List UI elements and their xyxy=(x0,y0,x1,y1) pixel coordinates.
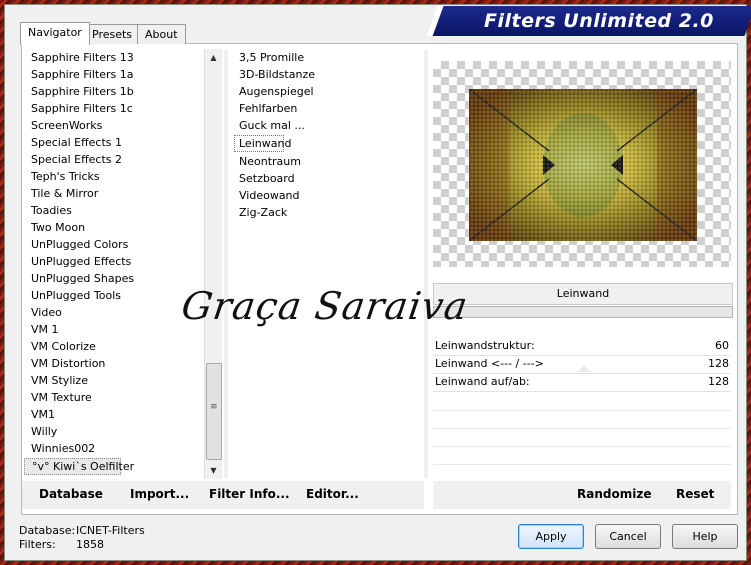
filter-item[interactable]: Leinwand xyxy=(234,135,291,152)
category-item[interactable]: Willy xyxy=(24,423,204,440)
slider-marker xyxy=(577,366,591,372)
category-item[interactable]: Sapphire Filters 1b xyxy=(24,83,204,100)
category-item[interactable]: Sapphire Filters 1c xyxy=(24,100,204,117)
param-value: 60 xyxy=(715,339,729,352)
import-button[interactable]: Import... xyxy=(130,487,189,501)
help-button[interactable]: Help xyxy=(672,524,738,549)
category-item[interactable]: Special Effects 2 xyxy=(24,151,204,168)
cancel-button[interactable]: Cancel xyxy=(595,524,661,549)
category-item[interactable]: VM 1 xyxy=(24,321,204,338)
status-filters-value: 1858 xyxy=(76,538,104,551)
category-item[interactable]: Sapphire Filters 13 xyxy=(24,49,204,66)
category-item[interactable]: VM1 xyxy=(24,406,204,423)
banner-title: Filters Unlimited 2.0 xyxy=(484,10,714,32)
filter-item[interactable]: Zig-Zack xyxy=(232,204,422,221)
apply-button[interactable]: Apply xyxy=(518,524,584,549)
list-button-bar: Database Import... Filter Info... Editor… xyxy=(22,481,424,509)
category-item[interactable]: Two Moon xyxy=(24,219,204,236)
category-item[interactable]: VM Distortion xyxy=(24,355,204,372)
param-row-empty xyxy=(433,429,731,447)
preview-image xyxy=(469,89,697,241)
param-value: 128 xyxy=(708,357,729,370)
category-item[interactable]: Toadies xyxy=(24,202,204,219)
filter-item[interactable]: Neontraum xyxy=(232,153,422,170)
filter-list[interactable]: 3,5 Promille 3D-Bildstanze Augenspiegel Feh… xyxy=(232,49,422,249)
scroll-thumb[interactable]: ≡ xyxy=(206,363,222,460)
filter-info-button[interactable]: Filter Info... xyxy=(209,487,290,501)
filter-item[interactable]: Fehlfarben xyxy=(232,100,422,117)
status-filters-label: Filters: xyxy=(19,538,56,551)
editor-button[interactable]: Editor... xyxy=(306,487,359,501)
param-row[interactable]: Leinwand auf/ab: 128 xyxy=(433,373,731,392)
param-row-empty xyxy=(433,393,731,411)
category-item[interactable]: Tile & Mirror xyxy=(24,185,204,202)
status-database-value: ICNET-Filters xyxy=(76,524,145,537)
category-list[interactable]: Sapphire Filters 13 Sapphire Filters 1a Sa… xyxy=(24,49,204,479)
category-item[interactable]: UnPlugged Tools xyxy=(24,287,204,304)
category-item[interactable]: Teph's Tricks xyxy=(24,168,204,185)
filter-item[interactable]: Guck mal ... xyxy=(232,117,422,134)
param-label: Leinwand <--- / ---> xyxy=(435,357,544,370)
filter-item[interactable]: 3D-Bildstanze xyxy=(232,66,422,83)
category-item[interactable]: VM Stylize xyxy=(24,372,204,389)
preview-divider xyxy=(424,49,428,479)
tab-about[interactable]: About xyxy=(137,24,186,44)
preview-area xyxy=(433,61,731,267)
scroll-up-icon[interactable]: ▲ xyxy=(205,49,222,66)
category-item[interactable]: VM Colorize xyxy=(24,338,204,355)
preview-button-bar: Randomize Reset xyxy=(433,481,731,509)
filter-item[interactable]: Videowand xyxy=(232,187,422,204)
category-item[interactable]: UnPlugged Effects xyxy=(24,253,204,270)
category-item[interactable]: VM Texture xyxy=(24,389,204,406)
param-label: Leinwandstruktur: xyxy=(435,339,535,352)
param-row-empty xyxy=(433,447,731,465)
category-item[interactable]: ScreenWorks xyxy=(24,117,204,134)
category-scrollbar[interactable]: ▲ ≡ ▼ xyxy=(204,49,222,479)
param-value: 128 xyxy=(708,375,729,388)
tab-presets[interactable]: Presets xyxy=(84,24,141,44)
scroll-down-icon[interactable]: ▼ xyxy=(205,462,222,479)
param-row[interactable]: Leinwandstruktur: 60 xyxy=(433,337,731,356)
category-item[interactable]: Special Effects 1 xyxy=(24,134,204,151)
randomize-button[interactable]: Randomize xyxy=(577,487,651,501)
category-item[interactable]: Sapphire Filters 1a xyxy=(24,66,204,83)
param-row-empty xyxy=(433,411,731,429)
filter-item[interactable]: Augenspiegel xyxy=(232,83,422,100)
category-item[interactable]: UnPlugged Colors xyxy=(24,236,204,253)
database-button[interactable]: Database xyxy=(39,487,103,501)
category-item[interactable]: Video xyxy=(24,304,204,321)
progress-bar xyxy=(433,306,733,318)
list-divider xyxy=(224,49,228,479)
filter-item[interactable]: 3,5 Promille xyxy=(232,49,422,66)
status-database-label: Database: xyxy=(19,524,76,537)
filter-name-display: Leinwand xyxy=(433,283,733,305)
filter-item[interactable]: Setzboard xyxy=(232,170,422,187)
category-item[interactable]: Winnies002 xyxy=(24,440,204,457)
category-item[interactable]: °v° Kiwi`s Oelfilter xyxy=(24,458,134,475)
status-database: Database:ICNET-Filters xyxy=(19,524,145,537)
tab-navigator[interactable]: Navigator xyxy=(20,22,90,45)
status-filters: Filters: 1858 xyxy=(19,538,104,551)
watermark-signature: Graça Saraiva xyxy=(178,284,472,328)
reset-button[interactable]: Reset xyxy=(676,487,714,501)
param-label: Leinwand auf/ab: xyxy=(435,375,530,388)
category-item[interactable]: UnPlugged Shapes xyxy=(24,270,204,287)
